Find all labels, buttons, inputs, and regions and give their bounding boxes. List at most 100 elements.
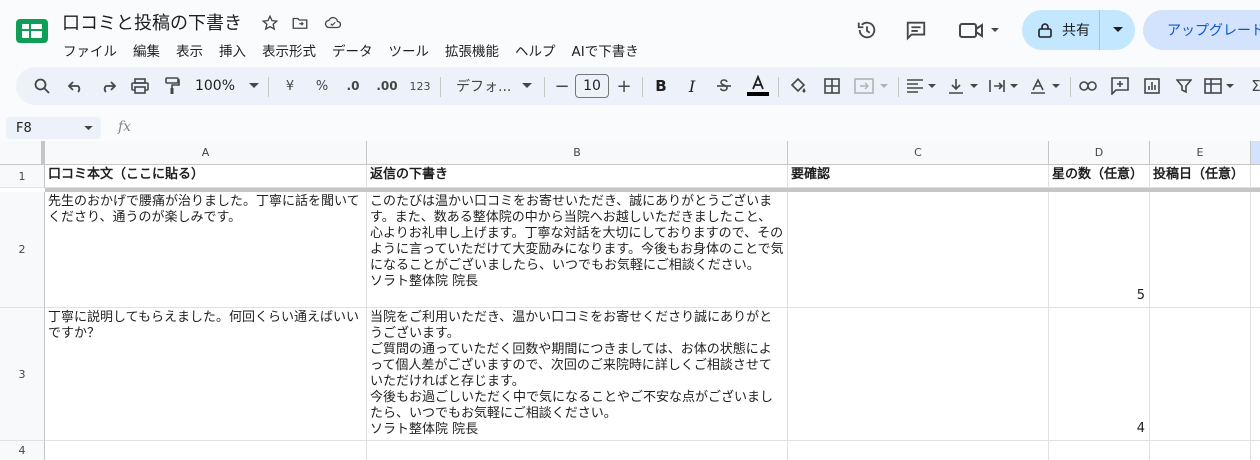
cell-a3[interactable]: 丁寧に説明してもらえました。何回くらい通えばいいですか？ xyxy=(45,308,367,441)
column-header-a[interactable]: A xyxy=(45,141,367,165)
increase-decimal-button[interactable]: .00 xyxy=(372,67,402,105)
menu-edit[interactable]: 編集 xyxy=(125,38,168,62)
select-all-corner[interactable] xyxy=(0,141,45,165)
menu-extensions[interactable]: 拡張機能 xyxy=(437,38,507,62)
star-icon[interactable] xyxy=(259,12,281,34)
menu-format[interactable]: 表示形式 xyxy=(254,38,324,62)
search-menus-icon[interactable] xyxy=(30,67,54,105)
cell-f1[interactable] xyxy=(1251,165,1260,188)
fill-color-icon[interactable] xyxy=(786,67,810,105)
cell-a1[interactable]: 口コミ本文（ここに貼る） xyxy=(45,165,367,188)
cell-a4[interactable] xyxy=(45,441,367,460)
print-icon[interactable] xyxy=(128,67,152,105)
menu-view[interactable]: 表示 xyxy=(168,38,211,62)
cell-e2[interactable] xyxy=(1150,192,1251,308)
vertical-align-icon[interactable] xyxy=(946,67,982,105)
row-header-2[interactable]: 2 xyxy=(0,192,45,308)
functions-icon[interactable]: Σ xyxy=(1246,67,1260,105)
toolbar-divider xyxy=(1070,77,1071,97)
cell-e1[interactable]: 投稿日（任意） xyxy=(1150,165,1251,188)
currency-format-button[interactable]: ¥ xyxy=(278,67,302,105)
column-header-c[interactable]: C xyxy=(788,141,1049,165)
decrease-font-size-icon[interactable]: − xyxy=(552,67,572,105)
text-rotation-icon[interactable] xyxy=(1028,67,1064,105)
menu-file[interactable]: ファイル xyxy=(55,38,125,62)
toolbar-divider xyxy=(544,77,545,97)
insert-comment-icon[interactable] xyxy=(1108,67,1132,105)
cloud-saved-icon[interactable] xyxy=(322,12,344,34)
cell-d4[interactable] xyxy=(1049,441,1150,460)
undo-icon[interactable] xyxy=(64,67,88,105)
number-format-button[interactable]: 123 xyxy=(406,67,434,105)
name-box[interactable]: F8 xyxy=(6,117,101,139)
toolbar-divider xyxy=(440,77,441,97)
sheets-logo-icon[interactable] xyxy=(16,17,48,45)
comments-icon[interactable] xyxy=(901,15,931,45)
strikethrough-icon[interactable] xyxy=(713,67,735,105)
menu-help[interactable]: ヘルプ xyxy=(507,38,564,62)
font-select[interactable]: デフォ... xyxy=(450,67,538,105)
cell-b3[interactable]: 当院をご利用いただき、温かい口コミをお寄せくださり誠にありがとうございます。 ご… xyxy=(367,308,788,441)
font-size-value: 10 xyxy=(575,74,609,98)
upgrade-button[interactable]: アップグレード xyxy=(1143,10,1260,50)
merge-cells-icon[interactable] xyxy=(852,67,892,105)
text-wrapping-icon[interactable] xyxy=(986,67,1022,105)
insert-link-icon[interactable] xyxy=(1076,67,1100,105)
cell-e3[interactable] xyxy=(1150,308,1251,441)
zoom-dropdown-icon xyxy=(249,83,260,88)
column-header-d[interactable]: D xyxy=(1049,141,1150,165)
column-header-b[interactable]: B xyxy=(367,141,788,165)
meet-icon[interactable] xyxy=(956,15,1004,45)
name-box-dropdown-icon xyxy=(84,125,93,130)
share-label: 共有 xyxy=(1062,23,1090,39)
share-dropdown-icon[interactable] xyxy=(1100,27,1135,33)
percent-format-button[interactable]: % xyxy=(310,67,334,105)
insert-chart-icon[interactable] xyxy=(1140,67,1164,105)
toolbar-divider xyxy=(778,77,779,97)
cell-f3[interactable] xyxy=(1251,308,1260,441)
bold-icon[interactable]: B xyxy=(650,67,672,105)
share-button[interactable]: 共有 xyxy=(1022,10,1135,50)
cell-d2[interactable]: 5 xyxy=(1049,192,1150,308)
horizontal-align-icon[interactable] xyxy=(904,67,940,105)
cell-d3[interactable]: 4 xyxy=(1049,308,1150,441)
menu-bar: ファイル 編集 表示 挿入 表示形式 データ ツール 拡張機能 ヘルプ AIで下… xyxy=(55,38,647,62)
paint-format-icon[interactable] xyxy=(160,67,184,105)
cell-c2[interactable] xyxy=(788,192,1049,308)
cell-e4[interactable] xyxy=(1150,441,1251,460)
column-header-f[interactable] xyxy=(1251,141,1260,165)
document-title[interactable]: 口コミと投稿の下書き xyxy=(62,9,242,35)
move-folder-icon[interactable] xyxy=(289,12,311,34)
cell-b2[interactable]: このたびは温かい口コミをお寄せいただき、誠にありがとうございます。また、数ある整… xyxy=(367,192,788,308)
italic-icon[interactable]: I xyxy=(681,67,703,105)
menu-insert[interactable]: 挿入 xyxy=(211,38,254,62)
menu-data[interactable]: データ xyxy=(324,38,381,62)
cell-b4[interactable] xyxy=(367,441,788,460)
redo-icon[interactable] xyxy=(96,67,120,105)
cell-c4[interactable] xyxy=(788,441,1049,460)
cell-d1[interactable]: 星の数（任意） xyxy=(1049,165,1150,188)
cell-c3[interactable] xyxy=(788,308,1049,441)
column-header-e[interactable]: E xyxy=(1150,141,1251,165)
cell-f2[interactable] xyxy=(1251,192,1260,308)
cell-c1[interactable]: 要確認 xyxy=(788,165,1049,188)
version-history-icon[interactable] xyxy=(852,15,882,45)
toolbar-divider xyxy=(642,77,643,97)
text-color-icon[interactable] xyxy=(745,67,771,105)
row-header-3[interactable]: 3 xyxy=(0,308,45,441)
cell-f4[interactable] xyxy=(1251,441,1260,460)
font-size-input[interactable]: 10 xyxy=(575,67,609,105)
zoom-select[interactable]: 100% xyxy=(194,67,260,105)
row-header-1[interactable]: 1 xyxy=(0,165,45,188)
filter-icon[interactable] xyxy=(1172,67,1196,105)
cell-b1[interactable]: 返信の下書き xyxy=(367,165,788,188)
filter-views-icon[interactable] xyxy=(1202,67,1238,105)
cell-a2[interactable]: 先生のおかげで腰痛が治りました。丁寧に話を聞いてくださり、通うのが楽しみです。 xyxy=(45,192,367,308)
borders-icon[interactable] xyxy=(820,67,844,105)
row-header-4[interactable]: 4 xyxy=(0,441,45,460)
menu-ai-draft[interactable]: AIで下書き xyxy=(564,38,647,62)
menu-tools[interactable]: ツール xyxy=(381,38,438,62)
increase-font-size-icon[interactable]: + xyxy=(614,67,634,105)
toolbar-divider xyxy=(268,77,269,97)
decrease-decimal-button[interactable]: .0 xyxy=(340,67,366,105)
